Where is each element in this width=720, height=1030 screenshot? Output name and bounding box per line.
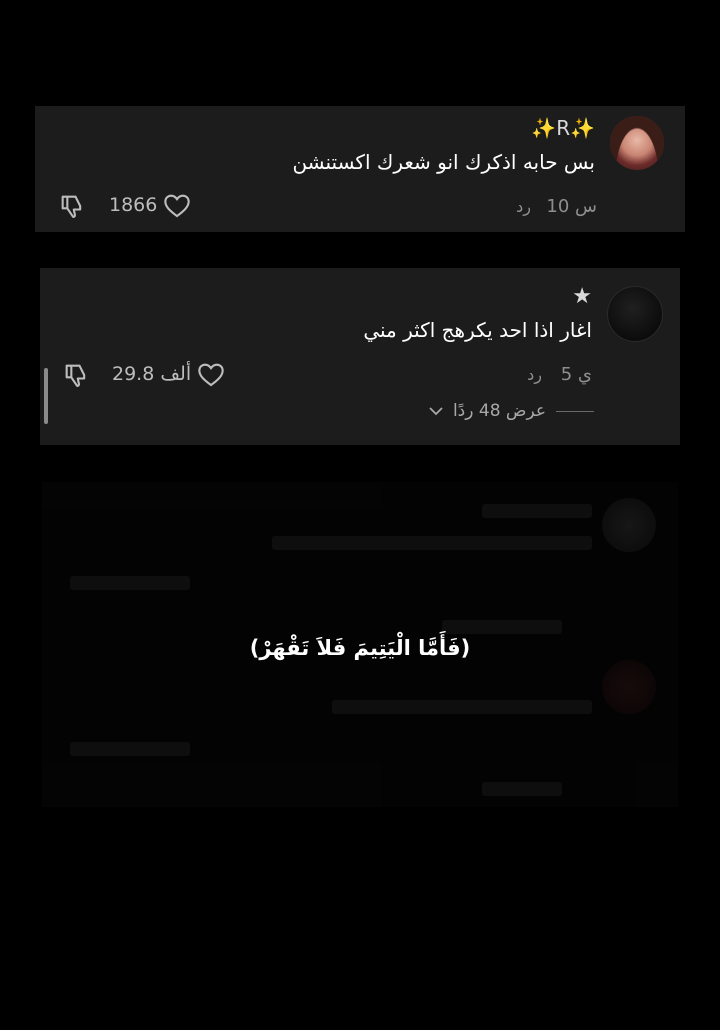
- like-count: 1866: [109, 194, 158, 216]
- reply-button[interactable]: رد: [516, 197, 531, 216]
- comment-username[interactable]: ★: [572, 284, 592, 309]
- comment-text: اغار اذا احد يكرهج اكثر مني: [363, 318, 592, 342]
- comment-time: 10 س: [546, 196, 597, 217]
- heart-icon: [198, 363, 224, 387]
- heart-icon: [164, 194, 191, 218]
- chevron-down-icon: [429, 407, 443, 416]
- obscured-line: [332, 700, 592, 714]
- obscured-line: [482, 504, 592, 518]
- like-button[interactable]: 1866: [109, 192, 191, 218]
- obscured-line: [482, 782, 562, 796]
- comment-username[interactable]: ✨R✨: [531, 116, 595, 140]
- replies-divider: [556, 410, 594, 412]
- overlay-caption: (فَأَمَّا الْيَتِيمَ فَلاَ تَقْهَرْ): [249, 636, 471, 660]
- like-button[interactable]: 29.8 ألف: [112, 361, 225, 387]
- user-avatar[interactable]: [610, 116, 664, 170]
- dislike-icon[interactable]: [58, 192, 86, 220]
- comments-screen: ✨R✨ بس حابه اذكرك انو شعرك اكستنشن 10 س …: [0, 0, 720, 1030]
- comment-card: ✨R✨ بس حابه اذكرك انو شعرك اكستنشن 10 س …: [35, 106, 685, 232]
- reply-button[interactable]: رد: [527, 365, 542, 384]
- user-avatar[interactable]: [607, 286, 663, 342]
- scroll-handle[interactable]: [44, 368, 48, 424]
- user-avatar: [602, 498, 656, 552]
- dislike-icon[interactable]: [62, 361, 90, 389]
- user-avatar: [602, 660, 656, 714]
- view-replies-label: عرض 48 ردًا: [452, 401, 546, 421]
- view-replies-button[interactable]: عرض 48 ردًا: [429, 401, 594, 421]
- comment-time: 5 ي: [560, 364, 592, 385]
- obscured-line: [70, 576, 190, 590]
- obscured-line: [70, 742, 190, 756]
- comment-text: بس حابه اذكرك انو شعرك اكستنشن: [292, 150, 595, 174]
- comment-card: ★ اغار اذا احد يكرهج اكثر مني 5 ي رد 29.…: [40, 268, 680, 445]
- like-count: 29.8 ألف: [112, 363, 192, 385]
- obscured-line: [272, 536, 592, 550]
- obscured-line: [442, 620, 562, 634]
